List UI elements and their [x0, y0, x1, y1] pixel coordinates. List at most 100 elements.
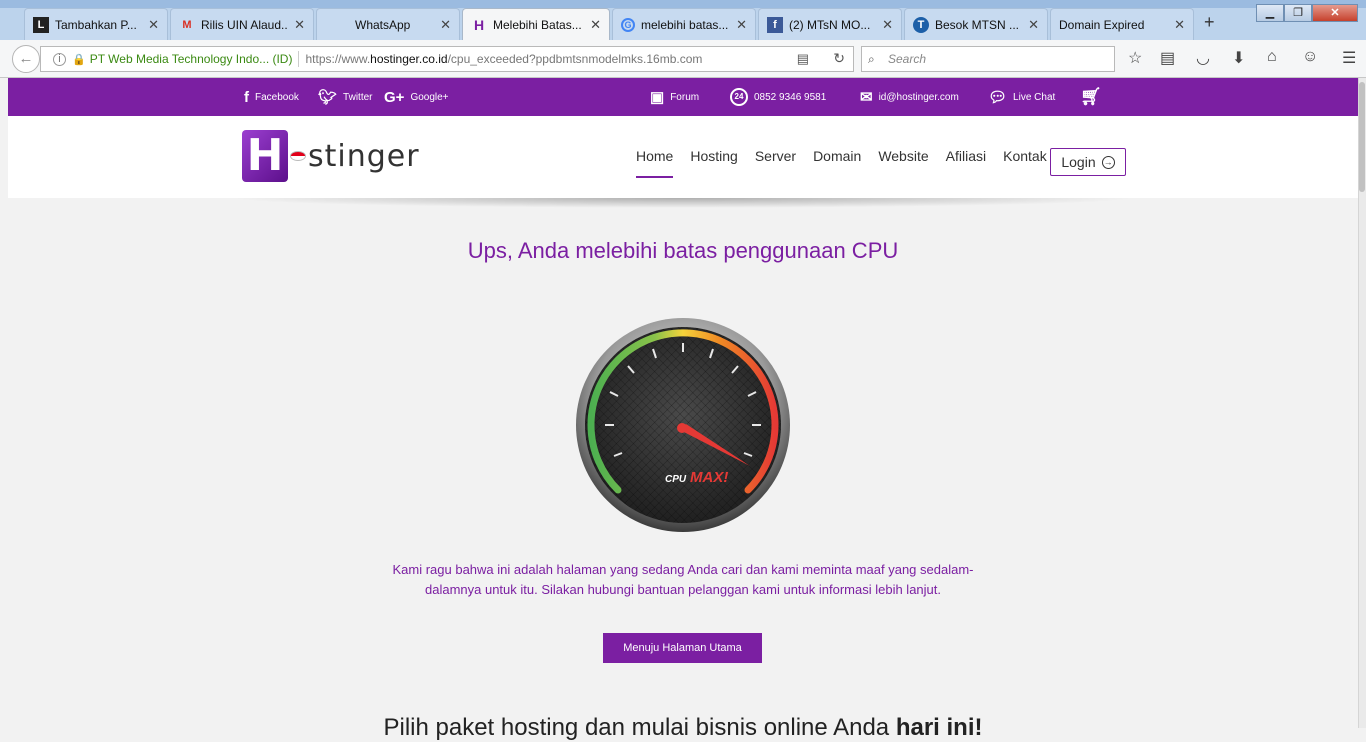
browser-tab-bar: L Tambahkan P... ✕ M Rilis UIN Alaud... … [0, 0, 1366, 41]
site-icon: T [913, 16, 929, 33]
menu-item-afiliasi[interactable]: Afiliasi [946, 148, 986, 178]
forum-link[interactable]: ▣ Forum [650, 78, 699, 116]
search-icon: ⌕ [868, 52, 875, 66]
tab-title: WhatsApp [355, 17, 411, 32]
lk-logo-icon: L [33, 16, 49, 33]
lock-icon: 🔒 [72, 53, 86, 66]
divider [298, 51, 300, 67]
menu-item-kontak[interactable]: Kontak [1003, 148, 1047, 178]
whatsapp-icon [325, 17, 341, 33]
url-prefix: https://www. [305, 52, 371, 66]
login-label: Login [1061, 154, 1096, 170]
twitter-label: Twitter [343, 91, 373, 103]
google-plus-link[interactable]: G+ Google+ [384, 78, 449, 116]
gauge-needle-hub [677, 423, 687, 433]
reload-icon[interactable]: ↻ [833, 50, 845, 67]
browser-tab[interactable]: T Besok MTSN ... ✕ [904, 8, 1048, 40]
search-input[interactable]: ⌕ Search [861, 46, 1115, 72]
close-tab-icon[interactable]: ✕ [882, 17, 893, 33]
menu-item-website[interactable]: Website [878, 148, 928, 178]
browser-tab[interactable]: G melebihi batas... ✕ [612, 8, 756, 40]
google-plus-icon: G+ [384, 88, 405, 106]
email-label: id@hostinger.com [878, 91, 959, 103]
tab-title: (2) MTsN MO... [789, 17, 871, 32]
logo-wordmark: stinger [308, 138, 420, 174]
new-tab-button[interactable]: + [1204, 12, 1215, 33]
cpu-gauge-illustration: CPU MAX! [576, 318, 790, 532]
close-tab-icon[interactable]: ✕ [1174, 17, 1185, 33]
gmail-icon: M [182, 18, 192, 31]
tab-title: Rilis UIN Alaud... [201, 17, 289, 32]
hostinger-logo[interactable]: H stinger [242, 130, 420, 182]
facebook-link[interactable]: f Facebook [244, 78, 299, 116]
download-icon[interactable]: ⬇ [1232, 48, 1245, 68]
go-to-homepage-button[interactable]: Menuju Halaman Utama [603, 633, 762, 663]
google-icon: G [621, 17, 635, 32]
browser-tab[interactable]: Domain Expired ✕ [1050, 8, 1194, 40]
tab-title: Melebihi Batas... [493, 18, 582, 32]
menu-item-hosting[interactable]: Hosting [690, 148, 737, 178]
facebook-icon: f [767, 16, 783, 33]
reader-view-icon[interactable]: ▤ [797, 51, 809, 67]
window-close-icon[interactable]: ✕ [1312, 4, 1358, 22]
address-bar[interactable]: i 🔒 PT Web Media Technology Indo... (ID)… [40, 46, 854, 72]
hostinger-icon: H [473, 17, 485, 33]
live-chat-link[interactable]: 💬︎ Live Chat [988, 78, 1055, 116]
live-chat-label: Live Chat [1013, 91, 1056, 103]
facebook-label: Facebook [255, 91, 299, 103]
scrollbar-thumb[interactable] [1359, 82, 1365, 192]
forum-icon: ▣ [650, 89, 665, 106]
phone-link[interactable]: 24 0852 9346 9581 [730, 78, 826, 116]
menu-item-home[interactable]: Home [636, 148, 674, 178]
google-plus-label: Google+ [410, 91, 449, 103]
browser-tab[interactable]: M Rilis UIN Alaud... ✕ [170, 8, 314, 40]
phone-label: 0852 9346 9581 [754, 91, 827, 103]
site-header: H stinger Home Hosting Server Domain Web… [8, 116, 1358, 198]
twitter-icon: 🐦︎ [318, 89, 338, 106]
contact-top-bar: f Facebook 🐦︎ Twitter G+ Google+ ▣ Forum… [8, 78, 1358, 116]
close-tab-icon[interactable]: ✕ [148, 17, 159, 33]
restore-icon[interactable]: ❐ [1284, 4, 1312, 22]
arrow-right-circle-icon: → [1101, 155, 1115, 169]
close-tab-icon[interactable]: ✕ [440, 17, 451, 33]
hosting-plans-heading: Pilih paket hosting dan mulai bisnis onl… [8, 714, 1358, 742]
browser-tab-active[interactable]: H Melebihi Batas... ✕ [462, 8, 610, 41]
browser-tab[interactable]: L Tambahkan P... ✕ [24, 8, 168, 40]
menu-item-server[interactable]: Server [755, 148, 796, 178]
chat-bubble-icon: 💬︎ [988, 89, 1008, 106]
back-button-icon[interactable]: ← [12, 45, 40, 73]
url-text[interactable]: https://www.hostinger.co.id/cpu_exceeded… [305, 52, 702, 66]
home-icon[interactable]: ⌂ [1267, 48, 1277, 66]
bookmark-star-icon[interactable]: ☆ [1128, 48, 1142, 68]
email-link[interactable]: ✉ id@hostinger.com [860, 78, 959, 116]
browser-tab[interactable]: f (2) MTsN MO... ✕ [758, 8, 902, 40]
envelope-icon: ✉ [860, 89, 873, 106]
cart-link[interactable]: 🛒︎ [1080, 78, 1108, 116]
login-button[interactable]: Login → [1050, 148, 1126, 176]
gauge-max-label: MAX! [690, 469, 728, 486]
window-controls: ▁ ❐ ✕ [1256, 4, 1358, 22]
error-description: Kami ragu bahwa ini adalah halaman yang … [392, 562, 974, 597]
web-page: f Facebook 🐦︎ Twitter G+ Google+ ▣ Forum… [8, 78, 1358, 741]
indonesia-flag-icon [290, 151, 306, 161]
close-tab-icon[interactable]: ✕ [590, 17, 601, 33]
menu-hamburger-icon[interactable]: ☰ [1342, 48, 1356, 68]
logo-h-mark: H [242, 130, 288, 182]
twitter-link[interactable]: 🐦︎ Twitter [318, 78, 373, 116]
minimize-icon[interactable]: ▁ [1256, 4, 1284, 22]
bookmarks-list-icon[interactable]: ▤ [1160, 48, 1175, 68]
close-tab-icon[interactable]: ✕ [736, 17, 747, 33]
header-shadow [228, 198, 1138, 208]
close-tab-icon[interactable]: ✕ [294, 17, 305, 33]
url-domain: hostinger.co.id [370, 52, 448, 66]
close-tab-icon[interactable]: ✕ [1028, 17, 1039, 33]
info-icon[interactable]: i [53, 52, 66, 66]
chat-face-icon[interactable]: ☺ [1302, 48, 1318, 66]
pocket-icon[interactable]: ◡ [1196, 48, 1210, 68]
menu-item-domain[interactable]: Domain [813, 148, 861, 178]
page-title: Ups, Anda melebihi batas penggunaan CPU [467, 238, 899, 263]
tab-title: Tambahkan P... [55, 17, 137, 32]
browser-tab[interactable]: WhatsApp ✕ [316, 8, 460, 40]
tab-title: melebihi batas... [641, 17, 729, 32]
site-identity[interactable]: PT Web Media Technology Indo... (ID) [90, 52, 293, 66]
